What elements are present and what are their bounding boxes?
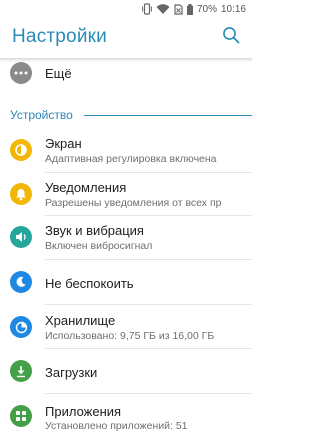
settings-item-more-title: Ещё	[45, 66, 72, 81]
settings-item-downloads-title: Загрузки	[45, 365, 98, 380]
settings-item-storage[interactable]: Хранилище Использовано: 9,75 ГБ из 16,00…	[0, 305, 252, 348]
app-bar: Настройки	[0, 18, 252, 58]
brightness-icon	[10, 139, 32, 161]
settings-item-sound[interactable]: Звук и вибрация Включен вибросигнал	[0, 216, 252, 259]
settings-item-storage-subtitle: Использовано: 9,75 ГБ из 16,00 ГБ	[45, 330, 215, 342]
settings-item-notifications-title: Уведомления	[45, 180, 127, 195]
moon-icon	[10, 271, 32, 293]
settings-item-storage-title: Хранилище	[45, 313, 116, 328]
vibrate-icon	[142, 3, 152, 15]
settings-item-apps[interactable]: Приложения Установлено приложений: 51	[0, 394, 252, 438]
settings-item-notifications-subtitle: Разрешены уведомления от всех пр	[45, 197, 222, 209]
search-button[interactable]	[218, 24, 244, 50]
status-time: 10:16	[220, 3, 246, 15]
section-title-device: Устройство	[10, 108, 73, 122]
section-divider	[84, 115, 252, 116]
volume-icon	[10, 226, 32, 248]
settings-item-display-title: Экран	[45, 136, 82, 151]
settings-item-apps-subtitle: Установлено приложений: 51	[45, 420, 188, 432]
status-icons: 70% 10:16	[142, 0, 246, 18]
settings-item-sound-subtitle: Включен вибросигнал	[45, 240, 153, 252]
search-icon	[222, 26, 240, 49]
more-dots-icon	[10, 62, 32, 84]
battery-percent: 70%	[196, 3, 217, 15]
settings-item-do-not-disturb-title: Не беспокоить	[45, 276, 134, 291]
bell-icon	[10, 183, 32, 205]
settings-item-sound-title: Звук и вибрация	[45, 223, 144, 238]
settings-item-downloads[interactable]: Загрузки	[0, 349, 252, 393]
settings-item-more[interactable]: Ещё	[0, 60, 252, 88]
download-icon	[10, 360, 32, 382]
wifi-icon	[156, 3, 170, 15]
apps-grid-icon	[10, 405, 32, 427]
storage-pie-icon	[10, 316, 32, 338]
settings-item-notifications[interactable]: Уведомления Разрешены уведомления от все…	[0, 173, 252, 215]
no-sim-icon	[174, 3, 183, 15]
battery-icon	[186, 3, 193, 15]
settings-item-display[interactable]: Экран Адаптивная регулировка включена	[0, 128, 252, 172]
status-bar: 70% 10:16	[0, 0, 252, 18]
settings-item-apps-title: Приложения	[45, 404, 122, 419]
page-title: Настройки	[12, 26, 107, 47]
settings-item-do-not-disturb[interactable]: Не беспокоить	[0, 260, 252, 304]
settings-item-display-subtitle: Адаптивная регулировка включена	[45, 153, 217, 165]
